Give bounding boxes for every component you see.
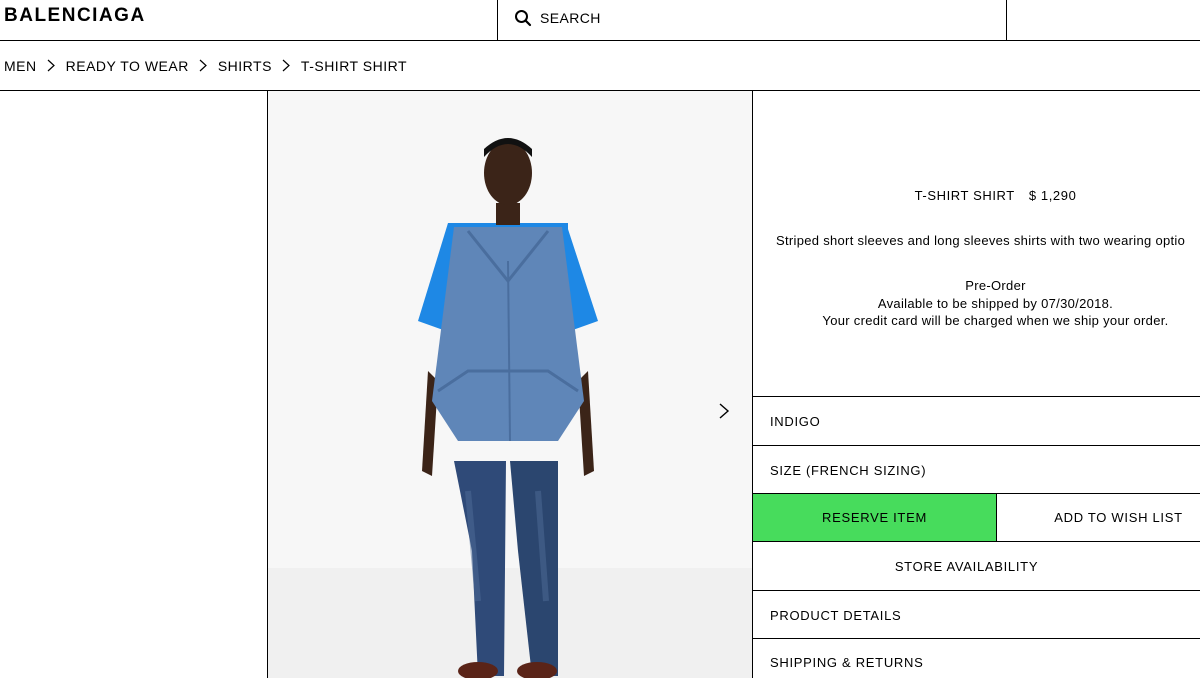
breadcrumb-item-current: T-SHIRT SHIRT bbox=[300, 57, 407, 74]
preorder-ship-date: Available to be shipped by 07/30/2018. bbox=[877, 295, 1114, 311]
search-label[interactable]: SEARCH bbox=[540, 10, 601, 26]
size-selector[interactable]: SIZE (FRENCH SIZING) bbox=[753, 445, 1200, 493]
breadcrumb-item-ready-to-wear[interactable]: READY TO WEAR bbox=[66, 58, 189, 74]
store-availability-button[interactable]: STORE AVAILABILITY bbox=[753, 541, 1200, 590]
product-price: $ 1,290 bbox=[1028, 188, 1077, 203]
preorder-charge-note: Your credit card will be charged when we… bbox=[822, 313, 1169, 328]
shipping-returns-accordion[interactable]: SHIPPING & RETURNS bbox=[753, 638, 1200, 678]
breadcrumb-item-shirts[interactable]: SHIRTS bbox=[218, 58, 272, 74]
preorder-title: Pre-Order bbox=[965, 278, 1026, 293]
chevron-right-icon bbox=[189, 59, 218, 72]
product-description: Striped short sleeves and long sleeves s… bbox=[776, 233, 1186, 248]
shipping-returns-label: SHIPPING & RETURNS bbox=[770, 655, 924, 670]
breadcrumb-item-men[interactable]: MEN bbox=[4, 58, 37, 74]
store-availability-label: STORE AVAILABILITY bbox=[894, 558, 1039, 574]
add-to-wishlist-button[interactable]: ADD TO WISH LIST bbox=[996, 494, 1200, 541]
product-details-panel: T-SHIRT SHIRT $ 1,290 Striped short sleev… bbox=[753, 91, 1200, 678]
color-selector[interactable]: INDIGO bbox=[753, 396, 1200, 445]
search-bar[interactable]: SEARCH bbox=[497, 0, 1007, 40]
size-label[interactable]: SIZE (FRENCH SIZING) bbox=[770, 463, 926, 478]
chevron-right-icon bbox=[37, 59, 66, 72]
product-name: T-SHIRT SHIRT bbox=[914, 188, 1015, 203]
product-title-row: T-SHIRT SHIRT $ 1,290 bbox=[753, 188, 1200, 203]
chevron-right-icon bbox=[272, 59, 301, 72]
product-details-label: PRODUCT DETAILS bbox=[770, 608, 902, 623]
preorder-info: Pre-Order Available to be shipped by 07/… bbox=[753, 277, 1200, 330]
action-buttons: RESERVE ITEM ADD TO WISH LIST bbox=[753, 493, 1200, 541]
add-to-wishlist-label: ADD TO WISH LIST bbox=[1054, 510, 1183, 525]
reserve-item-label: RESERVE ITEM bbox=[822, 510, 927, 525]
product-details-accordion[interactable]: PRODUCT DETAILS bbox=[753, 590, 1200, 638]
search-icon[interactable] bbox=[514, 9, 532, 27]
product-image-panel bbox=[267, 91, 753, 678]
color-value[interactable]: INDIGO bbox=[770, 414, 820, 429]
brand-logo[interactable]: BALENCIAGA bbox=[4, 5, 146, 27]
product-model-image bbox=[418, 138, 598, 678]
breadcrumb: MEN READY TO WEAR SHIRTS T-SHIRT SHIRT bbox=[0, 41, 1200, 91]
site-header: BALENCIAGA SEARCH bbox=[0, 0, 1200, 41]
reserve-item-button[interactable]: RESERVE ITEM bbox=[753, 494, 996, 541]
next-image-icon[interactable] bbox=[718, 402, 730, 420]
